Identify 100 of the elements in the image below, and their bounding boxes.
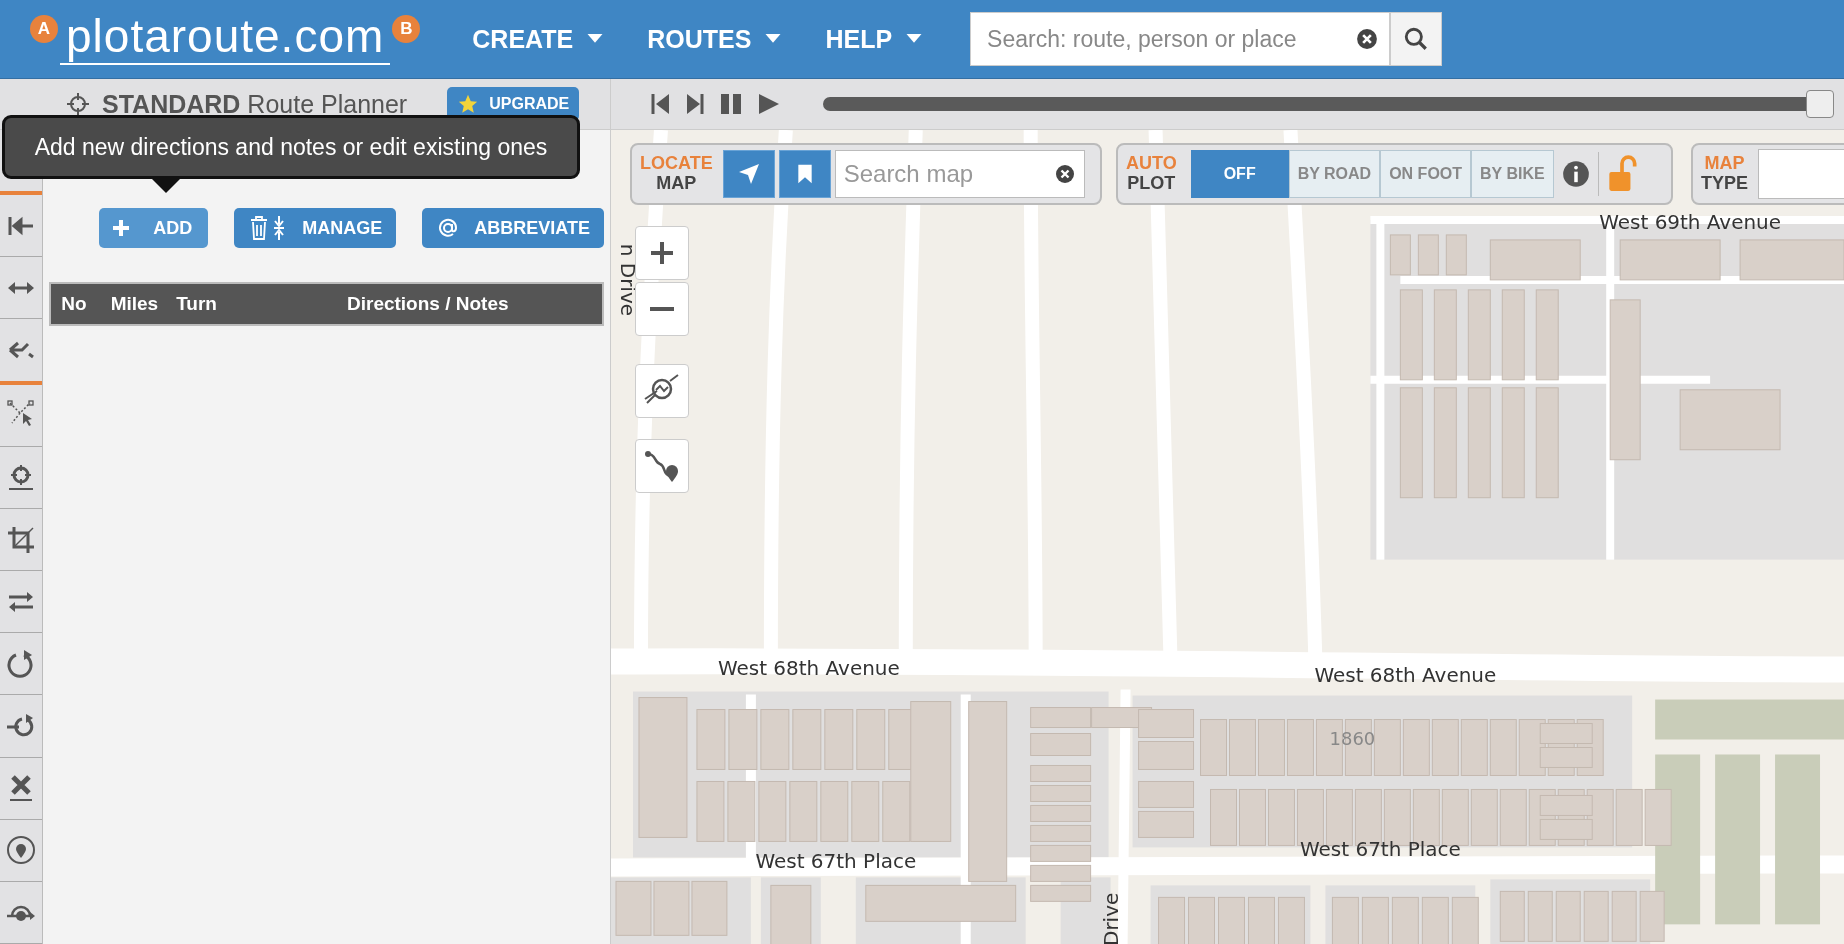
map-label: n Drive bbox=[616, 243, 640, 316]
map-label: West 68th Avenue bbox=[1314, 662, 1497, 687]
building bbox=[1030, 864, 1092, 882]
building bbox=[1188, 896, 1215, 944]
zoom-out-button[interactable] bbox=[635, 282, 689, 336]
building bbox=[1611, 890, 1637, 942]
building bbox=[727, 780, 756, 842]
tool-button[interactable] bbox=[0, 195, 43, 258]
end-pin-icon: B bbox=[392, 15, 421, 43]
building bbox=[1417, 234, 1439, 276]
tool-button[interactable] bbox=[0, 571, 43, 634]
map-label: Drive bbox=[1098, 892, 1123, 944]
building bbox=[760, 709, 790, 770]
site-logo[interactable]: A plotaroute.com B bbox=[30, 13, 421, 65]
search-field[interactable]: Search: route, person or place bbox=[970, 12, 1391, 66]
building bbox=[1277, 896, 1305, 944]
tool-button[interactable] bbox=[0, 319, 43, 385]
building bbox=[696, 709, 726, 770]
building bbox=[1583, 890, 1609, 942]
building bbox=[1248, 896, 1275, 944]
building bbox=[1644, 788, 1672, 846]
action-button[interactable]: MANAGE bbox=[234, 208, 397, 248]
panel-label: MAP bbox=[1704, 154, 1745, 174]
building bbox=[696, 780, 725, 842]
building bbox=[1421, 896, 1449, 944]
building bbox=[728, 709, 758, 770]
column-header[interactable]: Turn bbox=[166, 293, 217, 315]
clear-icon[interactable] bbox=[1356, 28, 1379, 50]
nav-menu-item[interactable]: HELP bbox=[813, 18, 935, 60]
building bbox=[1210, 788, 1237, 846]
play-icon[interactable] bbox=[757, 92, 781, 116]
auto-plot-option[interactable]: ON FOOT bbox=[1380, 150, 1472, 198]
skip-back-icon[interactable] bbox=[651, 92, 671, 116]
search-map-field[interactable]: Search map bbox=[834, 150, 1085, 198]
building bbox=[1470, 788, 1498, 846]
tool-button[interactable] bbox=[0, 446, 43, 509]
auto-plot-option[interactable]: OFF bbox=[1190, 150, 1289, 198]
info-icon[interactable] bbox=[1561, 160, 1590, 188]
map-label: West 69th Avenue bbox=[1599, 209, 1782, 234]
auto-plot-option[interactable]: BY ROAD bbox=[1288, 150, 1381, 198]
tool-button[interactable] bbox=[0, 757, 43, 820]
action-button[interactable]: ADD bbox=[99, 208, 209, 248]
building bbox=[1499, 890, 1525, 942]
map-label: West 67th Place bbox=[1300, 837, 1461, 862]
building bbox=[1218, 896, 1245, 944]
route-to-pin-button[interactable] bbox=[635, 439, 689, 493]
building bbox=[820, 780, 849, 842]
tool-button[interactable] bbox=[0, 819, 43, 882]
tool-button[interactable] bbox=[0, 881, 43, 944]
nav-menu-item[interactable]: CREATE bbox=[460, 18, 616, 60]
panel-label: LOCATE bbox=[640, 154, 713, 174]
slider-thumb[interactable] bbox=[1805, 90, 1834, 118]
tool-button[interactable] bbox=[0, 633, 43, 696]
building bbox=[1030, 844, 1092, 862]
building bbox=[1138, 810, 1195, 838]
pin-tool-icon bbox=[5, 834, 38, 867]
building bbox=[1030, 884, 1092, 902]
plus-icon bbox=[111, 218, 132, 238]
tool-button[interactable] bbox=[0, 508, 43, 572]
pause-icon[interactable] bbox=[719, 92, 743, 116]
my-location-button[interactable] bbox=[722, 150, 775, 198]
bookmark-button[interactable] bbox=[778, 150, 831, 198]
search-button[interactable] bbox=[1390, 12, 1443, 66]
building bbox=[770, 884, 812, 944]
start-pin-icon: A bbox=[30, 15, 58, 43]
tool-button[interactable] bbox=[0, 384, 43, 447]
building bbox=[851, 780, 880, 842]
fit-route-button[interactable] bbox=[635, 364, 689, 418]
building bbox=[1267, 788, 1295, 846]
tool-button[interactable] bbox=[0, 695, 43, 758]
clear-icon[interactable] bbox=[1054, 164, 1075, 184]
nav-menu-item[interactable]: ROUTES bbox=[635, 18, 794, 60]
panel-label: AUTO bbox=[1126, 154, 1177, 174]
action-button[interactable]: ABBREVIATE bbox=[422, 208, 604, 248]
caret-icon bbox=[765, 34, 782, 44]
building bbox=[1391, 896, 1419, 944]
crosshair-icon bbox=[66, 92, 90, 116]
column-header[interactable]: Directions / Notes bbox=[337, 293, 509, 315]
building bbox=[1527, 890, 1553, 942]
building bbox=[1138, 741, 1195, 770]
building bbox=[1489, 719, 1517, 776]
zoom-in-button[interactable] bbox=[635, 226, 689, 280]
tool-button[interactable] bbox=[0, 257, 43, 320]
building bbox=[789, 780, 818, 842]
building bbox=[1030, 824, 1092, 842]
building bbox=[1200, 719, 1227, 776]
building bbox=[1373, 719, 1401, 776]
building bbox=[691, 880, 728, 936]
column-header[interactable]: Miles bbox=[100, 293, 159, 315]
step-forward-icon[interactable] bbox=[685, 92, 705, 116]
building bbox=[1286, 719, 1314, 776]
tooltip: Add new directions and notes or edit existing ones bbox=[2, 115, 580, 179]
building bbox=[1402, 719, 1430, 776]
auto-plot-option[interactable]: BY BIKE bbox=[1471, 150, 1554, 198]
building bbox=[1499, 788, 1527, 846]
building bbox=[1331, 896, 1359, 944]
building bbox=[1239, 788, 1266, 846]
plus-icon bbox=[650, 241, 674, 265]
column-header[interactable]: No bbox=[51, 293, 87, 315]
map-label: 1860 bbox=[1329, 727, 1376, 749]
